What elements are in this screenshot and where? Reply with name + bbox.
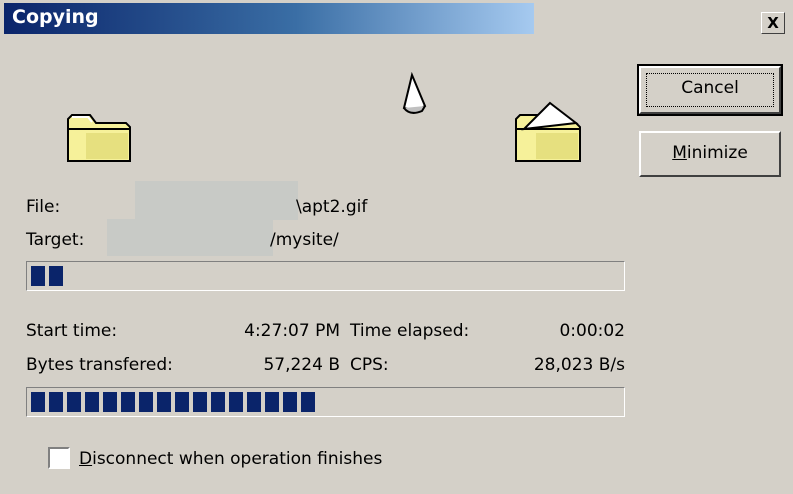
close-button[interactable]: X (761, 12, 785, 34)
title-bar-plain (534, 3, 793, 34)
disconnect-checkbox[interactable] (48, 447, 70, 469)
open-folder-icon (515, 101, 581, 162)
file-label: File: (26, 197, 61, 217)
elapsed-label: Time elapsed: (350, 321, 470, 341)
target-label: Target: (26, 230, 85, 250)
file-value: \apt2.gif (296, 197, 368, 217)
redacted-target (107, 219, 273, 256)
start-time-value: 4:27:07 PM (244, 321, 340, 341)
file-progress-bar (26, 261, 625, 291)
flying-document-icon (402, 72, 427, 114)
total-progress-bar (26, 387, 625, 417)
elapsed-value: 0:00:02 (559, 321, 625, 341)
file-progress-fill (31, 266, 63, 286)
window-title: Copying (12, 6, 99, 28)
minimize-label: Minimize (672, 143, 748, 163)
cancel-button[interactable]: Cancel (637, 64, 783, 116)
title-bar[interactable]: Copying X (0, 0, 793, 34)
cps-label: CPS: (350, 355, 389, 375)
copying-dialog: Copying X Cancel Minimize File: \apt2.gi… (0, 0, 793, 494)
disconnect-label[interactable]: Disconnect when operation finishes (79, 449, 382, 469)
cancel-label: Cancel (681, 78, 739, 98)
close-icon: X (767, 14, 779, 32)
minimize-button[interactable]: Minimize (639, 131, 781, 177)
bytes-value: 57,224 B (263, 355, 340, 375)
bytes-label: Bytes transfered: (26, 355, 173, 375)
redacted-path (135, 181, 298, 220)
target-value: /mysite/ (270, 230, 339, 250)
start-time-label: Start time: (26, 321, 118, 341)
cps-value: 28,023 B/s (533, 355, 625, 375)
folder-icon (67, 114, 131, 162)
total-progress-fill (31, 392, 315, 412)
